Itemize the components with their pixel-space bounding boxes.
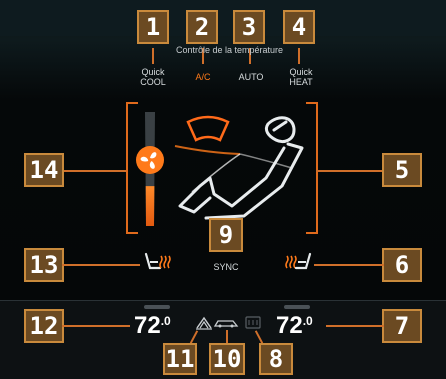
marker-11: 11 (163, 343, 197, 375)
airflow-seat-icon[interactable] (170, 108, 310, 226)
rear-defrost-icon[interactable] (245, 316, 261, 330)
ac-button[interactable]: A/C (188, 72, 218, 82)
marker-6: 6 (382, 248, 422, 282)
connector-6 (314, 264, 384, 266)
connector-10 (226, 330, 228, 344)
right-temp-unit: .0 (302, 314, 313, 328)
marker-2: 2 (186, 10, 218, 44)
connector-5 (316, 170, 384, 172)
connector-7 (326, 325, 384, 327)
connector-4 (298, 48, 300, 64)
front-defrost-icon (186, 115, 230, 142)
connector-14 (62, 170, 126, 172)
right-temp-display[interactable]: 72.0 (276, 312, 313, 340)
marker-5: 5 (382, 153, 422, 187)
left-temp-unit: .0 (160, 314, 171, 328)
connector-12 (62, 325, 130, 327)
right-temp-indicator (284, 305, 310, 309)
marker-7: 7 (382, 309, 422, 343)
quick-heat-button[interactable]: Quick HEAT (285, 67, 317, 87)
auto-button[interactable]: AUTO (236, 72, 266, 82)
connector-1 (152, 48, 154, 64)
marker-9: 9 (209, 218, 243, 252)
left-temp-value: 72 (134, 312, 161, 339)
marker-13: 13 (24, 248, 64, 282)
top-bar (0, 0, 446, 36)
quick-cool-button[interactable]: Quick COOL (136, 67, 170, 87)
connector-13 (62, 264, 140, 266)
marker-12: 12 (24, 309, 64, 343)
recirculation-icon[interactable] (195, 316, 213, 330)
left-temp-indicator (144, 305, 170, 309)
marker-4: 4 (283, 10, 315, 44)
right-temp-value: 72 (276, 312, 303, 339)
marker-14: 14 (24, 153, 64, 187)
car-airflow-icon[interactable] (213, 318, 239, 328)
page-title: Contrôle de la température (176, 45, 284, 55)
marker-1: 1 (137, 10, 169, 44)
bottom-bar-divider (0, 300, 446, 301)
seat-heat-right-icon[interactable] (283, 252, 313, 274)
climate-screen: 1 2 3 4 Contrôle de la température Quick… (0, 0, 446, 379)
marker-10: 10 (209, 343, 245, 375)
left-temp-display[interactable]: 72.0 (134, 312, 171, 340)
fan-icon (136, 146, 164, 174)
sync-button[interactable]: SYNC (210, 262, 242, 272)
marker-8: 8 (259, 343, 293, 375)
seat-heat-left-icon[interactable] (143, 252, 173, 274)
marker-3: 3 (233, 10, 265, 44)
